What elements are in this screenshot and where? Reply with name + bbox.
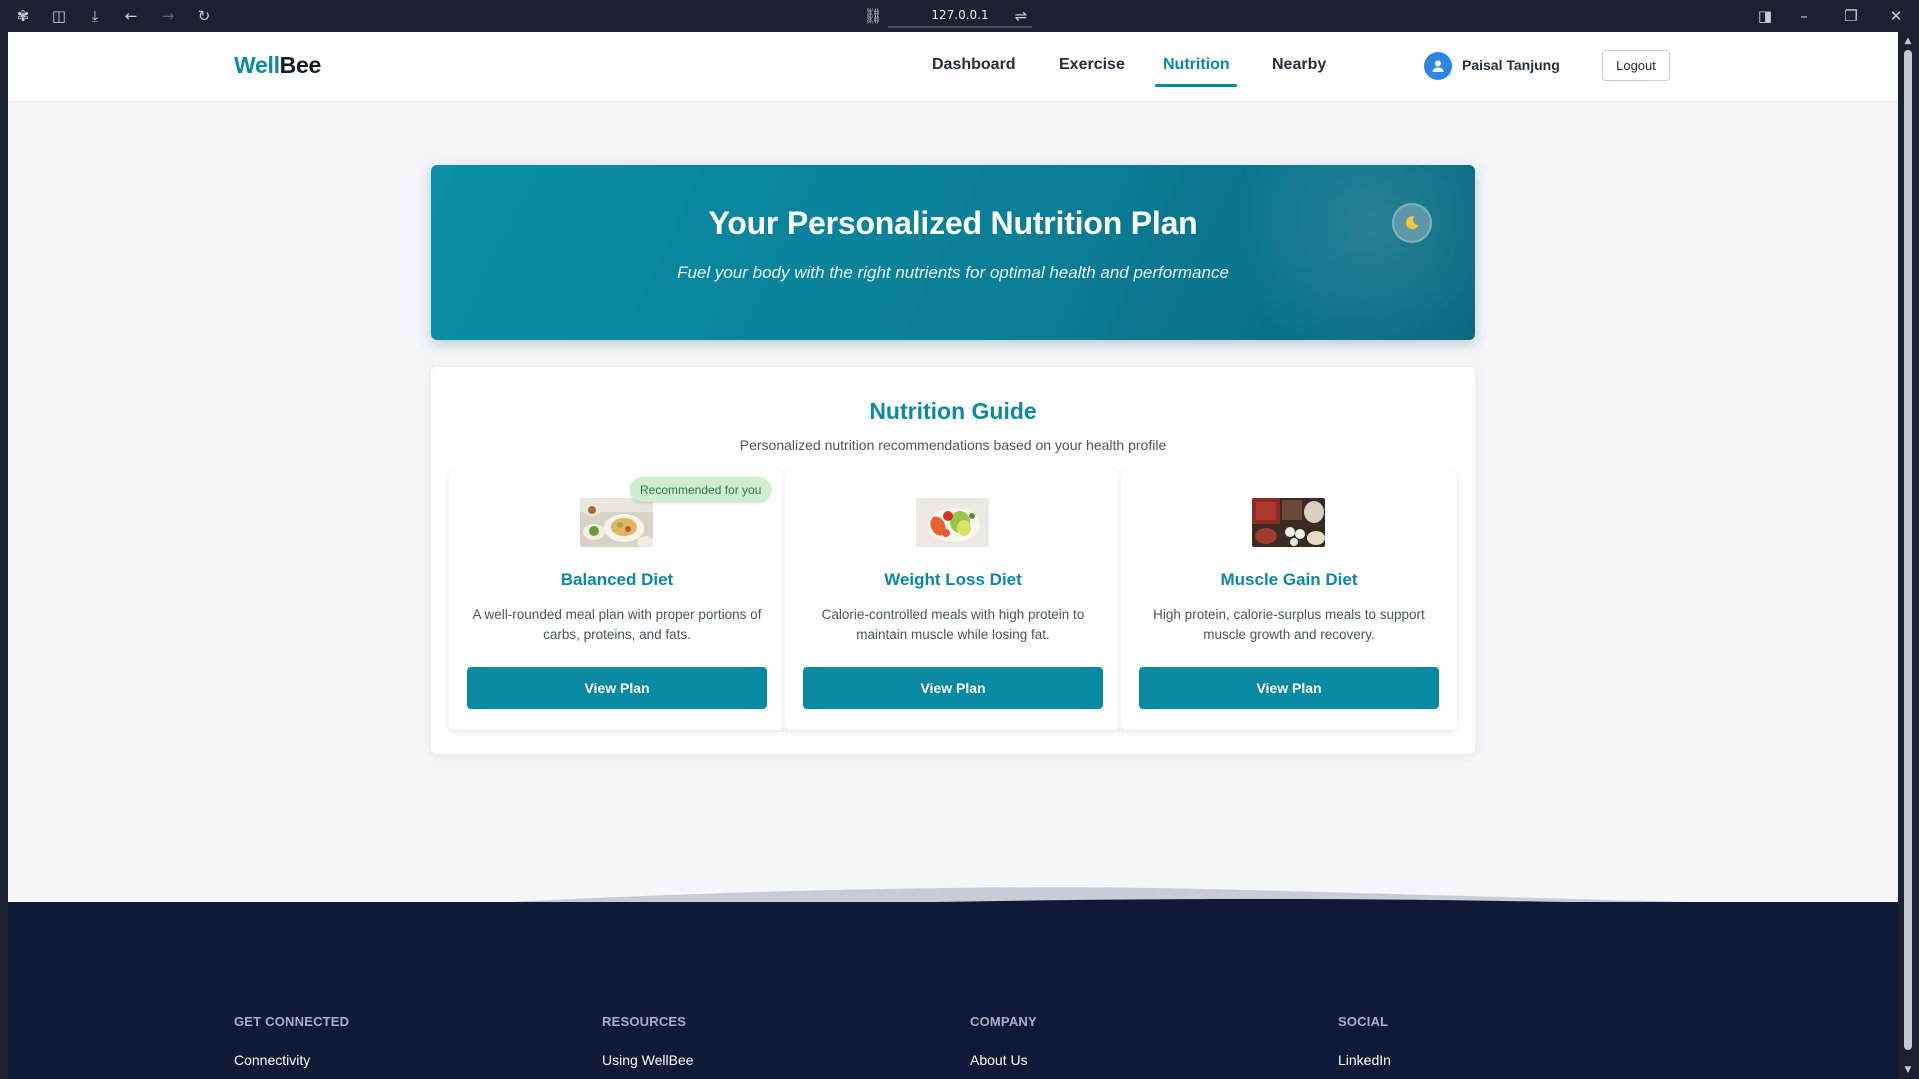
browser-toolbar: ✾ ◫ ⤓ ← → ↻ ⛓ 127.0.0.1 ⇌ ◨ – ❐ ✕ <box>0 0 1919 32</box>
card-description: High protein, calorie-surplus meals to s… <box>1153 607 1425 642</box>
user-name[interactable]: Paisal Tanjung <box>1462 57 1560 73</box>
active-tab-indicator <box>1155 84 1237 87</box>
card-title: Muscle Gain Diet <box>1220 570 1358 589</box>
forward-icon[interactable]: → <box>157 6 179 26</box>
download-icon[interactable]: ⤓ <box>84 6 106 26</box>
address-text: 127.0.0.1 <box>931 8 989 22</box>
logo-text-well: Well <box>234 52 280 78</box>
page-viewport: WellBee Dashboard Exercise Nutrition Nea… <box>8 32 1898 1079</box>
muscle-gain-diet-image <box>1252 498 1325 547</box>
weight-loss-diet-image <box>916 498 989 547</box>
card-title: Balanced Diet <box>560 570 674 589</box>
diet-card-muscle-gain: Muscle Gain Diet High protein, calorie-s… <box>1121 471 1457 730</box>
hero-subtitle: Fuel your body with the right nutrients … <box>677 263 1229 282</box>
view-plan-button-weight-loss[interactable]: View Plan <box>803 667 1103 709</box>
logout-button[interactable]: Logout <box>1602 50 1670 81</box>
crescent-moon-icon <box>1405 216 1419 230</box>
hero-title: Your Personalized Nutrition Plan <box>708 205 1198 241</box>
card-description: Calorie-controlled meals with high prote… <box>821 607 1085 642</box>
user-avatar-icon[interactable] <box>1424 52 1452 80</box>
card-description: A well-rounded meal plan with proper por… <box>472 607 762 642</box>
nav-dashboard[interactable]: Dashboard <box>932 56 1016 74</box>
split-view-icon[interactable]: ◨ <box>1754 6 1776 26</box>
close-icon[interactable]: ✕ <box>1885 6 1907 26</box>
diet-card-balanced: Recommended for you Balanced Diet A well… <box>449 471 785 730</box>
site-settings-icon[interactable]: ⇌ <box>1010 6 1032 26</box>
footer-link-about-us[interactable]: About Us <box>970 1052 1028 1068</box>
nutrition-guide-panel: Nutrition Guide Personalized nutrition r… <box>431 367 1475 754</box>
diet-card-weight-loss: Weight Loss Diet Calorie-controlled meal… <box>785 471 1121 730</box>
footer-link-connectivity[interactable]: Connectivity <box>234 1052 310 1068</box>
navbar: WellBee Dashboard Exercise Nutrition Nea… <box>8 32 1898 102</box>
user-silhouette-icon <box>1432 60 1444 72</box>
footer-heading-get-connected: GET CONNECTED <box>234 1014 350 1029</box>
scroll-down-icon[interactable]: ▼ <box>1903 1065 1913 1075</box>
nav-exercise[interactable]: Exercise <box>1059 56 1125 74</box>
guide-subtitle: Personalized nutrition recommendations b… <box>739 437 1167 453</box>
link-icon[interactable]: ⛓ <box>862 6 884 26</box>
restore-icon[interactable]: ❐ <box>1840 6 1862 26</box>
hero-banner: Your Personalized Nutrition Plan Fuel yo… <box>431 165 1475 340</box>
footer-heading-social: SOCIAL <box>1338 1014 1389 1029</box>
scroll-up-icon[interactable]: ▲ <box>1903 36 1913 46</box>
footer-link-using-wellbee[interactable]: Using WellBee <box>602 1052 694 1068</box>
footer-heading-resources: RESOURCES <box>602 1014 687 1029</box>
footer-link-linkedin[interactable]: LinkedIn <box>1338 1052 1391 1068</box>
reload-icon[interactable]: ↻ <box>193 6 215 26</box>
nav-nutrition[interactable]: Nutrition <box>1163 56 1230 74</box>
brand-logo[interactable]: WellBee <box>234 52 321 79</box>
site-footer: GET CONNECTED Connectivity RESOURCES Usi… <box>8 902 1898 1079</box>
nav-nearby[interactable]: Nearby <box>1272 56 1326 74</box>
footer-heading-company: COMPANY <box>970 1014 1037 1029</box>
sidebar-toggle-icon[interactable]: ◫ <box>48 6 70 26</box>
recommended-badge: Recommended for you <box>630 477 772 502</box>
card-title: Weight Loss Diet <box>884 570 1022 589</box>
minimize-icon[interactable]: – <box>1793 6 1815 26</box>
logo-text-bee: Bee <box>279 52 322 78</box>
page-scrollbar[interactable]: ▲ ▼ <box>1898 32 1919 1079</box>
balanced-diet-image <box>580 498 653 547</box>
view-plan-button-balanced[interactable]: View Plan <box>467 667 767 709</box>
scrollbar-thumb[interactable] <box>1904 50 1912 1050</box>
back-icon[interactable]: ← <box>120 6 142 26</box>
browser-logo-icon[interactable]: ✾ <box>12 6 34 26</box>
moon-icon[interactable] <box>1392 203 1432 243</box>
view-plan-button-muscle-gain[interactable]: View Plan <box>1139 667 1439 709</box>
guide-title: Nutrition Guide <box>869 398 1037 424</box>
